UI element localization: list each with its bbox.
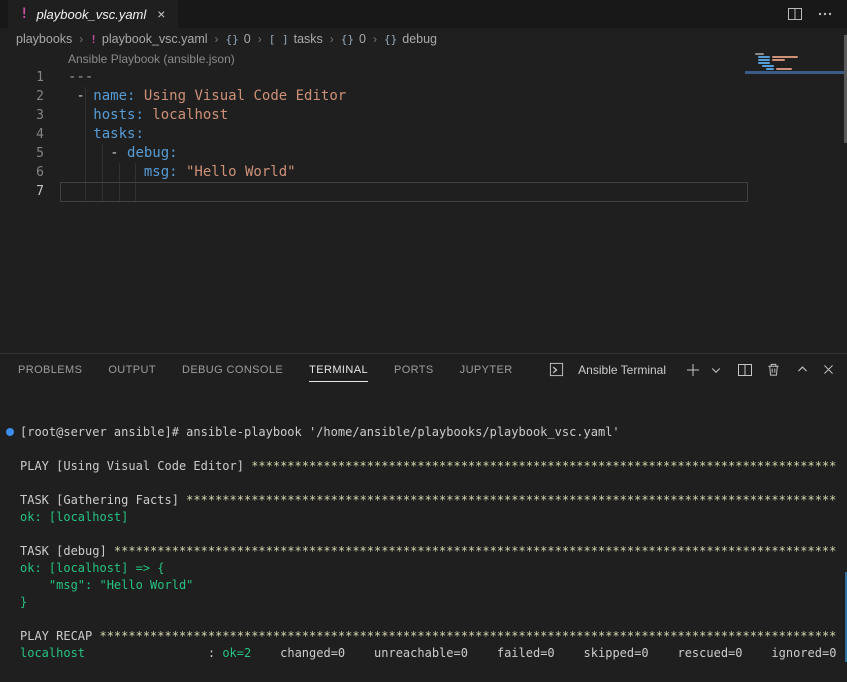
minimap-mark: [766, 68, 774, 70]
breadcrumb-item-0[interactable]: {} 0: [341, 32, 366, 46]
panel-tab-terminal[interactable]: TERMINAL: [309, 358, 368, 382]
minimap[interactable]: [745, 50, 847, 96]
line-number: 6: [0, 163, 44, 182]
terminal-task-header: TASK [Gathering Facts] *****************…: [0, 492, 843, 509]
breadcrumb-separator: ›: [79, 32, 83, 46]
minimap-mark: [762, 65, 774, 67]
panel-tab-ports[interactable]: PORTS: [394, 358, 434, 381]
kill-terminal-icon[interactable]: [766, 362, 781, 377]
breadcrumb-label: 0: [359, 32, 366, 46]
breadcrumb-separator: ›: [330, 32, 334, 46]
terminal-msg-line: "msg": "Hello World": [0, 577, 843, 594]
terminal-ok-line: ok: [localhost]: [0, 509, 843, 526]
terminal-session-label[interactable]: Ansible Terminal: [578, 363, 666, 377]
line-number: 3: [0, 106, 44, 125]
breadcrumb-item-playbooks[interactable]: playbooks: [16, 32, 72, 46]
code-text: - name: Using Visual Code Editor: [44, 87, 346, 106]
line-number: 5: [0, 144, 44, 163]
ansible-file-icon: !: [20, 6, 28, 22]
breadcrumb-separator: ›: [258, 32, 262, 46]
breadcrumb-separator: ›: [215, 32, 219, 46]
code-text: tasks:: [44, 125, 144, 144]
editor-line-4[interactable]: 4 tasks:: [0, 125, 847, 144]
terminal-icon: [549, 362, 564, 377]
object-symbol-icon: {}: [384, 33, 397, 46]
editor-line-2[interactable]: 2 - name: Using Visual Code Editor: [0, 87, 847, 106]
terminal-command-line: [root@server ansible]# ansible-playbook …: [0, 424, 843, 441]
terminal-recap-line: localhost : ok=2 changed=0 unreachable=0…: [0, 645, 843, 662]
terminal-brace-line: }: [0, 594, 843, 611]
minimap-mark: [776, 68, 792, 70]
terminal-task-header: TASK [debug] ***************************…: [0, 543, 843, 560]
terminal-blank-line: [0, 475, 843, 492]
terminal-play-header: PLAY [Using Visual Code Editor] ********…: [0, 458, 843, 475]
terminal-ok-line: ok: [localhost] => {: [0, 560, 843, 577]
line-number: 2: [0, 87, 44, 106]
code-text: ---: [44, 68, 93, 87]
breadcrumb-item-debug[interactable]: {} debug: [384, 32, 437, 46]
terminal-recap-header: PLAY RECAP *****************************…: [0, 628, 843, 645]
minimap-mark: [755, 53, 764, 55]
command-decoration-icon[interactable]: [6, 428, 14, 436]
terminal-blank-line: [0, 611, 843, 628]
minimap-mark: [758, 56, 770, 58]
code-text: hosts: localhost: [44, 106, 228, 125]
editor-line-1[interactable]: 1---: [0, 68, 847, 87]
profiles-dropdown-icon[interactable]: [710, 364, 722, 376]
line-number: 4: [0, 125, 44, 144]
split-editor-icon[interactable]: [787, 6, 803, 22]
vscode-window: ! playbook_vsc.yaml × playbooks›!playboo…: [0, 0, 847, 682]
editor-line-5[interactable]: 5 - debug:: [0, 144, 847, 163]
line-number: 1: [0, 68, 44, 87]
editor-actions: [787, 0, 847, 28]
editor-line-6[interactable]: 6 msg: "Hello World": [0, 163, 847, 182]
breadcrumb-separator: ›: [373, 32, 377, 46]
split-terminal-icon[interactable]: [737, 362, 753, 378]
panel-tabs: PROBLEMS OUTPUT DEBUG CONSOLE TERMINAL PORTS…: [18, 358, 513, 382]
terminal-blank-line: [0, 441, 843, 458]
bottom-panel: PROBLEMS OUTPUT DEBUG CONSOLE TERMINAL PORTS…: [0, 353, 847, 682]
code-text: msg: "Hello World": [44, 163, 296, 182]
object-symbol-icon: {}: [341, 33, 354, 46]
tab-bar: ! playbook_vsc.yaml ×: [0, 0, 847, 28]
breadcrumb-item-playbook-vsc-yaml[interactable]: ! playbook_vsc.yaml: [90, 32, 207, 46]
current-line-highlight: [60, 182, 748, 202]
new-terminal-icon[interactable]: [685, 362, 701, 378]
breadcrumb-item-0[interactable]: {} 0: [226, 32, 251, 46]
minimap-mark: [758, 62, 770, 64]
maximize-panel-icon[interactable]: [796, 363, 809, 376]
tab-playbook-vsc-yaml[interactable]: ! playbook_vsc.yaml ×: [8, 0, 178, 28]
breadcrumb: playbooks ›! playbook_vsc.yaml › {} 0 › [ ] task…: [0, 28, 847, 50]
more-actions-icon[interactable]: [817, 6, 833, 22]
terminal-output[interactable]: [root@server ansible]# ansible-playbook …: [0, 424, 843, 682]
panel-header: PROBLEMS OUTPUT DEBUG CONSOLE TERMINAL PORTS…: [0, 354, 847, 385]
breadcrumb-label: tasks: [294, 32, 323, 46]
minimap-mark: [758, 59, 770, 61]
line-number: 7: [0, 182, 44, 201]
panel-tab-jupyter[interactable]: JUPYTER: [460, 358, 513, 381]
close-tab-icon[interactable]: ×: [154, 6, 168, 22]
tab-title: playbook_vsc.yaml: [36, 7, 146, 22]
close-panel-icon[interactable]: [822, 363, 835, 376]
ansible-symbol-icon: !: [90, 33, 97, 46]
panel-tab-output[interactable]: OUTPUT: [108, 358, 156, 381]
editor[interactable]: Ansible Playbook (ansible.json) 1---2 - …: [0, 50, 847, 353]
breadcrumb-item-tasks[interactable]: [ ] tasks: [269, 32, 323, 46]
editor-line-3[interactable]: 3 hosts: localhost: [0, 106, 847, 125]
panel-tab-debug-console[interactable]: DEBUG CONSOLE: [182, 358, 283, 381]
object-symbol-icon: {}: [226, 33, 239, 46]
terminal-actions: Ansible Terminal: [549, 362, 835, 378]
breadcrumb-label: 0: [244, 32, 251, 46]
minimap-mark: [772, 59, 785, 61]
terminal-blank-line: [0, 526, 843, 543]
minimap-current-line: [745, 71, 847, 74]
code-text: - debug:: [44, 144, 178, 163]
array-symbol-icon: [ ]: [269, 33, 289, 46]
panel-tab-problems[interactable]: PROBLEMS: [18, 358, 82, 381]
breadcrumb-label: debug: [402, 32, 437, 46]
breadcrumb-label: playbook_vsc.yaml: [102, 32, 208, 46]
breadcrumb-label: playbooks: [16, 32, 72, 46]
minimap-mark: [772, 56, 798, 58]
schema-hint[interactable]: Ansible Playbook (ansible.json): [68, 52, 235, 66]
